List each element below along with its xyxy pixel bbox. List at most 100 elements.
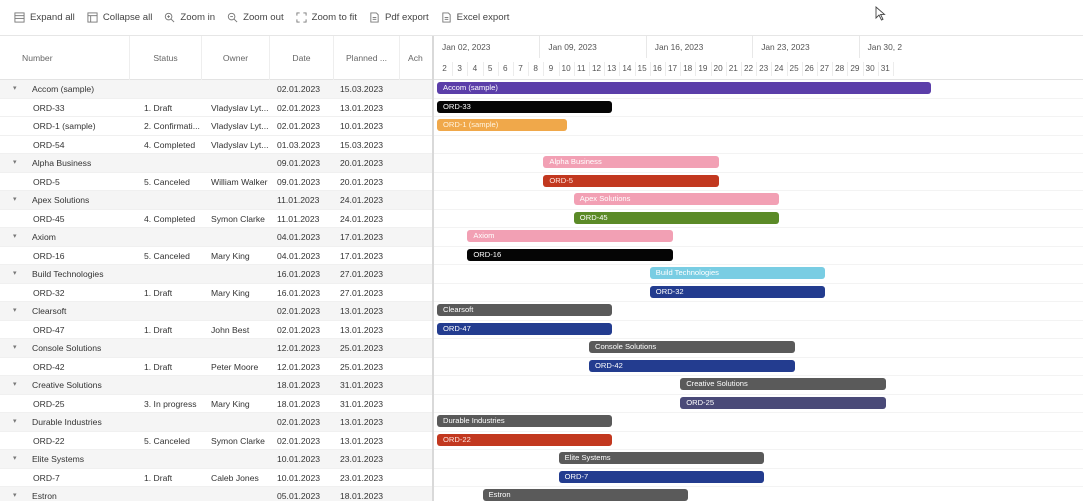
group-row[interactable]: ▾ Accom (sample) 02.01.2023 15.03.2023 <box>0 80 433 99</box>
date-cell: 10.01.2023 <box>277 472 321 483</box>
owner-cell <box>211 413 271 431</box>
group-row[interactable]: ▾ Durable Industries 02.01.2023 13.01.2023 <box>0 413 433 432</box>
collapse-all-button[interactable]: Collapse all <box>87 12 152 23</box>
day-label: 25 <box>789 64 799 73</box>
collapse-caret-icon[interactable]: ▾ <box>13 80 17 98</box>
task-bar[interactable]: ORD-7 <box>558 470 765 483</box>
table-row[interactable]: ORD-7 1. Draft Caleb Jones 10.01.2023 23.01.… <box>0 469 433 487</box>
collapse-caret-icon[interactable]: ▾ <box>13 450 17 468</box>
number-cell: ORD-7 <box>33 472 60 483</box>
group-summary-bar[interactable]: Build Technologies <box>649 267 825 279</box>
owner-cell <box>211 487 271 501</box>
task-bar[interactable]: ORD-33 <box>437 100 613 113</box>
timescale: Jan 02, 2023 Jan 09, 2023 Jan 16, 2023 Jan … <box>434 36 1083 80</box>
group-row[interactable]: ▾ Estron 05.01.2023 18.01.2023 <box>0 487 433 501</box>
day-label: 12 <box>591 64 602 73</box>
group-row[interactable]: ▾ Apex Solutions 11.01.2023 24.01.2023 <box>0 191 433 210</box>
day-label: 24 <box>774 64 784 73</box>
group-row[interactable]: ▾ Build Technologies 16.01.2023 27.01.2023 <box>0 265 433 284</box>
group-row[interactable]: ▾ Elite Systems 10.01.2023 23.01.2023 <box>0 450 433 469</box>
chart-row: Apex Solutions <box>434 191 1083 210</box>
task-bar[interactable]: ORD-25 <box>680 396 886 409</box>
group-summary-bar[interactable]: Elite Systems <box>558 452 765 464</box>
day-label: 9 <box>548 64 554 73</box>
table-row[interactable]: ORD-25 3. In progress Mary King 18.01.2023 3… <box>0 395 433 413</box>
task-bar[interactable]: ORD-47 <box>437 322 613 335</box>
collapse-caret-icon[interactable]: ▾ <box>13 191 17 209</box>
excel-export-button[interactable]: Excel export <box>441 12 509 23</box>
table-row[interactable]: ORD-16 5. Canceled Mary King 04.01.2023 17.0… <box>0 247 433 265</box>
group-summary-bar[interactable]: Estron <box>482 489 689 501</box>
pdf-export-button[interactable]: Pdf export <box>369 12 429 23</box>
column-header-date[interactable]: Date <box>270 36 334 80</box>
table-row[interactable]: ORD-32 1. Draft Mary King 16.01.2023 27.01.2… <box>0 284 433 302</box>
table-row[interactable]: ORD-47 1. Draft John Best 02.01.2023 13.01.2… <box>0 321 433 339</box>
planned-cell: 13.01.2023 <box>340 417 384 427</box>
chart-row: Axiom <box>434 228 1083 247</box>
collapse-caret-icon[interactable]: ▾ <box>13 154 17 172</box>
task-grid: Number Status Owner Date Planned ... Ach… <box>0 36 433 501</box>
group-summary-bar[interactable]: Accom (sample) <box>437 82 932 94</box>
group-row[interactable]: ▾ Clearsoft 02.01.2023 13.01.2023 <box>0 302 433 321</box>
excel-file-icon <box>442 12 451 23</box>
chart-row: ORD-25 <box>434 395 1083 413</box>
zoom-in-button[interactable]: Zoom in <box>164 12 215 23</box>
collapse-caret-icon[interactable]: ▾ <box>13 487 17 501</box>
collapse-caret-icon[interactable]: ▾ <box>13 339 17 357</box>
column-header-owner[interactable]: Owner <box>202 36 270 80</box>
date-cell: 02.01.2023 <box>277 324 321 335</box>
group-row[interactable]: ▾ Axiom 04.01.2023 17.01.2023 <box>0 228 433 247</box>
table-row[interactable]: ORD-42 1. Draft Peter Moore 12.01.2023 25.01… <box>0 358 433 376</box>
zoom-to-fit-label: Zoom to fit <box>311 12 357 23</box>
status-cell <box>144 80 208 98</box>
date-cell: 16.01.2023 <box>277 269 321 279</box>
planned-cell: 20.01.2023 <box>340 158 384 168</box>
group-row[interactable]: ▾ Creative Solutions 18.01.2023 31.01.2023 <box>0 376 433 395</box>
group-summary-bar[interactable]: Clearsoft <box>437 304 613 316</box>
column-header-status[interactable]: Status <box>130 36 202 80</box>
column-header-planned[interactable]: Planned ... <box>334 36 400 80</box>
collapse-caret-icon[interactable]: ▾ <box>13 302 17 320</box>
table-row[interactable]: ORD-54 4. Completed Vladyslav Lyt... 01.03.… <box>0 136 433 154</box>
expand-all-button[interactable]: Expand all <box>14 12 75 23</box>
group-summary-bar[interactable]: Axiom <box>467 230 673 242</box>
group-summary-bar[interactable]: Alpha Business <box>543 156 719 168</box>
group-summary-bar[interactable]: Durable Industries <box>437 415 613 427</box>
task-bar[interactable]: ORD-1 (sample) <box>437 119 567 131</box>
owner-cell: Mary King <box>211 287 250 298</box>
zoom-to-fit-button[interactable]: Zoom to fit <box>296 12 357 23</box>
task-bar[interactable]: ORD-42 <box>589 359 795 372</box>
table-row[interactable]: ORD-22 5. Canceled Symon Clarke 02.01.2023 1… <box>0 432 433 450</box>
task-bar[interactable]: ORD-22 <box>437 433 613 446</box>
group-summary-bar[interactable]: Console Solutions <box>589 341 795 353</box>
column-header-achieved[interactable]: Ach <box>400 36 433 80</box>
task-bar[interactable]: ORD-16 <box>467 248 673 261</box>
chart-row: Durable Industries <box>434 413 1083 432</box>
table-row[interactable]: ORD-5 5. Canceled William Walker 09.01.2023… <box>0 173 433 191</box>
group-row[interactable]: ▾ Alpha Business 09.01.2023 20.01.2023 <box>0 154 433 173</box>
task-bar[interactable]: ORD-5 <box>543 174 719 187</box>
zoom-out-icon <box>227 12 238 23</box>
collapse-caret-icon[interactable]: ▾ <box>13 265 17 283</box>
group-summary-bar[interactable]: Creative Solutions <box>680 378 886 390</box>
table-row[interactable]: ORD-45 4. Completed Symon Clarke 11.01.2023… <box>0 210 433 228</box>
owner-cell <box>211 302 271 320</box>
day-label: 21 <box>728 64 738 73</box>
collapse-caret-icon[interactable]: ▾ <box>13 228 17 246</box>
column-header-number[interactable]: Number <box>0 36 130 80</box>
task-bar[interactable]: ORD-45 <box>573 211 780 224</box>
day-label: 23 <box>759 64 769 73</box>
collapse-caret-icon[interactable]: ▾ <box>13 413 17 431</box>
number-cell: ORD-5 <box>33 176 60 187</box>
table-row[interactable]: ORD-1 (sample) 2. Confirmati... Vladyslav … <box>0 117 433 136</box>
collapse-caret-icon[interactable]: ▾ <box>13 376 17 394</box>
table-row[interactable]: ORD-33 1. Draft Vladyslav Lyt... 02.01.2023… <box>0 99 433 117</box>
day-label: 14 <box>622 64 632 73</box>
group-row[interactable]: ▾ Console Solutions 12.01.2023 25.01.2023 <box>0 339 433 358</box>
status-cell: 5. Canceled <box>144 250 190 261</box>
group-summary-bar[interactable]: Apex Solutions <box>573 193 780 205</box>
zoom-out-button[interactable]: Zoom out <box>227 12 284 23</box>
day-label: 19 <box>698 64 708 73</box>
task-bar[interactable]: ORD-32 <box>649 285 825 298</box>
owner-cell <box>211 80 271 98</box>
